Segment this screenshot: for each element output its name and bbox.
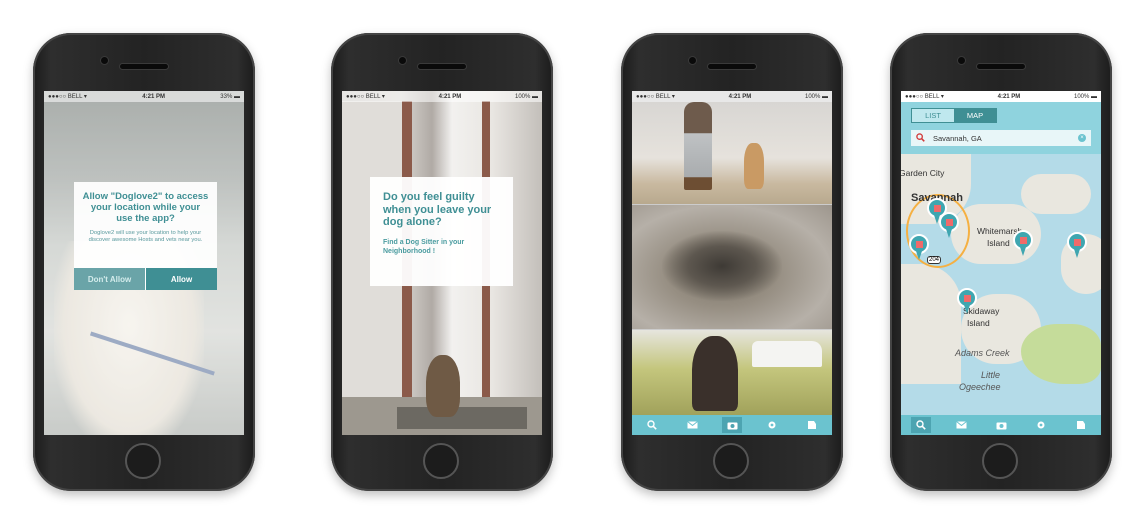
battery-indicator: 33% ▬	[220, 93, 240, 100]
host-map-pin[interactable]	[939, 212, 959, 238]
map-land	[901, 264, 961, 384]
status-bar: ●●●○○ BELL ▾ 4:21 PM 100% ▬	[901, 91, 1101, 102]
status-bar: ●●●○○ BELL ▾ 4:21 PM 100% ▬	[342, 91, 542, 102]
person-figure	[684, 102, 712, 190]
dialog-message: Doglove2 will use your location to help …	[88, 229, 203, 244]
allow-button[interactable]: Allow	[145, 268, 217, 290]
home-button[interactable]	[423, 443, 459, 479]
onboarding-subtitle: Find a Dog Sitter in your Neighborhood !	[383, 238, 465, 256]
battery-indicator: 100% ▬	[1073, 93, 1097, 100]
map-label-whitemarsh-island: Island	[987, 238, 1010, 248]
map-pin-tail	[964, 305, 970, 314]
settings-icon[interactable]	[1031, 417, 1051, 433]
clock: 4:21 PM	[438, 93, 462, 100]
list-map-toggle: LIST MAP	[911, 108, 997, 123]
dialog-buttons: Don't Allow Allow	[74, 268, 217, 290]
tab-bar	[632, 415, 832, 435]
man-figure	[692, 336, 738, 411]
battery-indicator: 100% ▬	[514, 93, 538, 100]
map-pin-tail	[916, 251, 922, 260]
map-pin-tail	[946, 229, 952, 238]
earpiece-speaker	[977, 64, 1025, 69]
clock: 4:21 PM	[142, 93, 165, 100]
tab-bar	[901, 415, 1101, 435]
home-button[interactable]	[125, 443, 161, 479]
dog-figure	[744, 143, 764, 189]
camera-icon[interactable]	[991, 417, 1011, 433]
carrier-signal: ●●●○○ BELL ▾	[346, 94, 385, 100]
camera-icon[interactable]	[722, 417, 742, 433]
mail-icon[interactable]	[951, 417, 971, 433]
sleeping-dog	[662, 231, 782, 301]
screen-photo-feed: ●●●○○ BELL ▾ 4:21 PM 100% ▬	[632, 91, 832, 435]
map-toggle-button[interactable]: MAP	[954, 109, 996, 122]
dont-allow-button[interactable]: Don't Allow	[74, 268, 145, 290]
map-header: LIST MAP ×	[901, 102, 1101, 154]
clear-search-icon[interactable]: ×	[1078, 134, 1086, 142]
dialog-title: Allow "Doglove2" to access your location…	[82, 191, 209, 224]
clock: 4:21 PM	[728, 93, 752, 100]
location-search-input[interactable]	[933, 133, 1073, 143]
battery-indicator: 100% ▬	[804, 93, 828, 100]
route-shield: 204	[927, 256, 942, 264]
carrier-signal: ●●●○○ BELL ▾	[636, 94, 675, 100]
location-search: ×	[911, 130, 1091, 146]
status-bar: ●●●○○ BELL ▾ 4:21 PM 33% ▬	[44, 91, 244, 102]
screen-location-permission: ●●●○○ BELL ▾ 4:21 PM 33% ▬ Allow "Doglov…	[44, 91, 244, 435]
search-icon[interactable]	[642, 417, 662, 433]
status-bar: ●●●○○ BELL ▾ 4:21 PM 100% ▬	[632, 91, 832, 102]
list-toggle-button[interactable]: LIST	[912, 109, 954, 122]
carrier-signal: ●●●○○ BELL ▾	[905, 94, 944, 100]
door-mat	[397, 407, 527, 429]
settings-icon[interactable]	[762, 417, 782, 433]
feed-photo-1[interactable]	[632, 102, 832, 204]
phone-3: ●●●○○ BELL ▾ 4:21 PM 100% ▬	[621, 33, 843, 491]
screen-map: ●●●○○ BELL ▾ 4:21 PM 100% ▬ LIST MAP ×	[901, 91, 1101, 435]
map-pin-tail	[1074, 249, 1080, 258]
front-camera	[689, 57, 696, 64]
onboarding-headline: Do you feel guilty when you leave your d…	[383, 191, 492, 229]
map-label-little: Little	[981, 370, 1001, 380]
host-map-pin[interactable]	[909, 234, 929, 260]
front-camera	[399, 57, 406, 64]
carrier-signal: ●●●○○ BELL ▾	[48, 94, 87, 100]
earpiece-speaker	[418, 64, 466, 69]
dog-photo	[426, 355, 460, 417]
map-view[interactable]: Garden City Savannah Whitemarsh Island S…	[901, 154, 1101, 415]
map-pin-tail	[1020, 247, 1026, 256]
front-camera	[101, 57, 108, 64]
front-camera	[958, 57, 965, 64]
earpiece-speaker	[708, 64, 756, 69]
profile-icon[interactable]	[802, 417, 822, 433]
profile-icon[interactable]	[1071, 417, 1091, 433]
mail-icon[interactable]	[682, 417, 702, 433]
map-label-adams-creek: Adams Creek	[955, 348, 1010, 358]
map-land	[1021, 174, 1091, 214]
host-map-pin[interactable]	[1013, 230, 1033, 256]
search-icon[interactable]	[911, 417, 931, 433]
location-permission-dialog: Allow "Doglove2" to access your location…	[74, 182, 217, 290]
search-icon	[916, 132, 925, 144]
host-map-pin[interactable]	[957, 288, 977, 314]
map-label-ogeechee: Ogeechee	[959, 382, 1001, 392]
phone-2: ●●●○○ BELL ▾ 4:21 PM 100% ▬ Do you feel …	[331, 33, 553, 491]
phone-1: ●●●○○ BELL ▾ 4:21 PM 33% ▬ Allow "Doglov…	[33, 33, 255, 491]
map-label-skidaway-island: Island	[967, 318, 990, 328]
host-map-pin[interactable]	[1067, 232, 1087, 258]
onboarding-card[interactable]: Do you feel guilty when you leave your d…	[370, 177, 513, 286]
earpiece-speaker	[120, 64, 168, 69]
screen-onboarding: ●●●○○ BELL ▾ 4:21 PM 100% ▬ Do you feel …	[342, 91, 542, 435]
car	[752, 341, 822, 367]
home-button[interactable]	[982, 443, 1018, 479]
home-button[interactable]	[713, 443, 749, 479]
phone-4: ●●●○○ BELL ▾ 4:21 PM 100% ▬ LIST MAP ×	[890, 33, 1112, 491]
map-label-garden-city: Garden City	[901, 168, 945, 178]
map-marsh	[1021, 324, 1101, 384]
clock: 4:21 PM	[997, 93, 1021, 100]
